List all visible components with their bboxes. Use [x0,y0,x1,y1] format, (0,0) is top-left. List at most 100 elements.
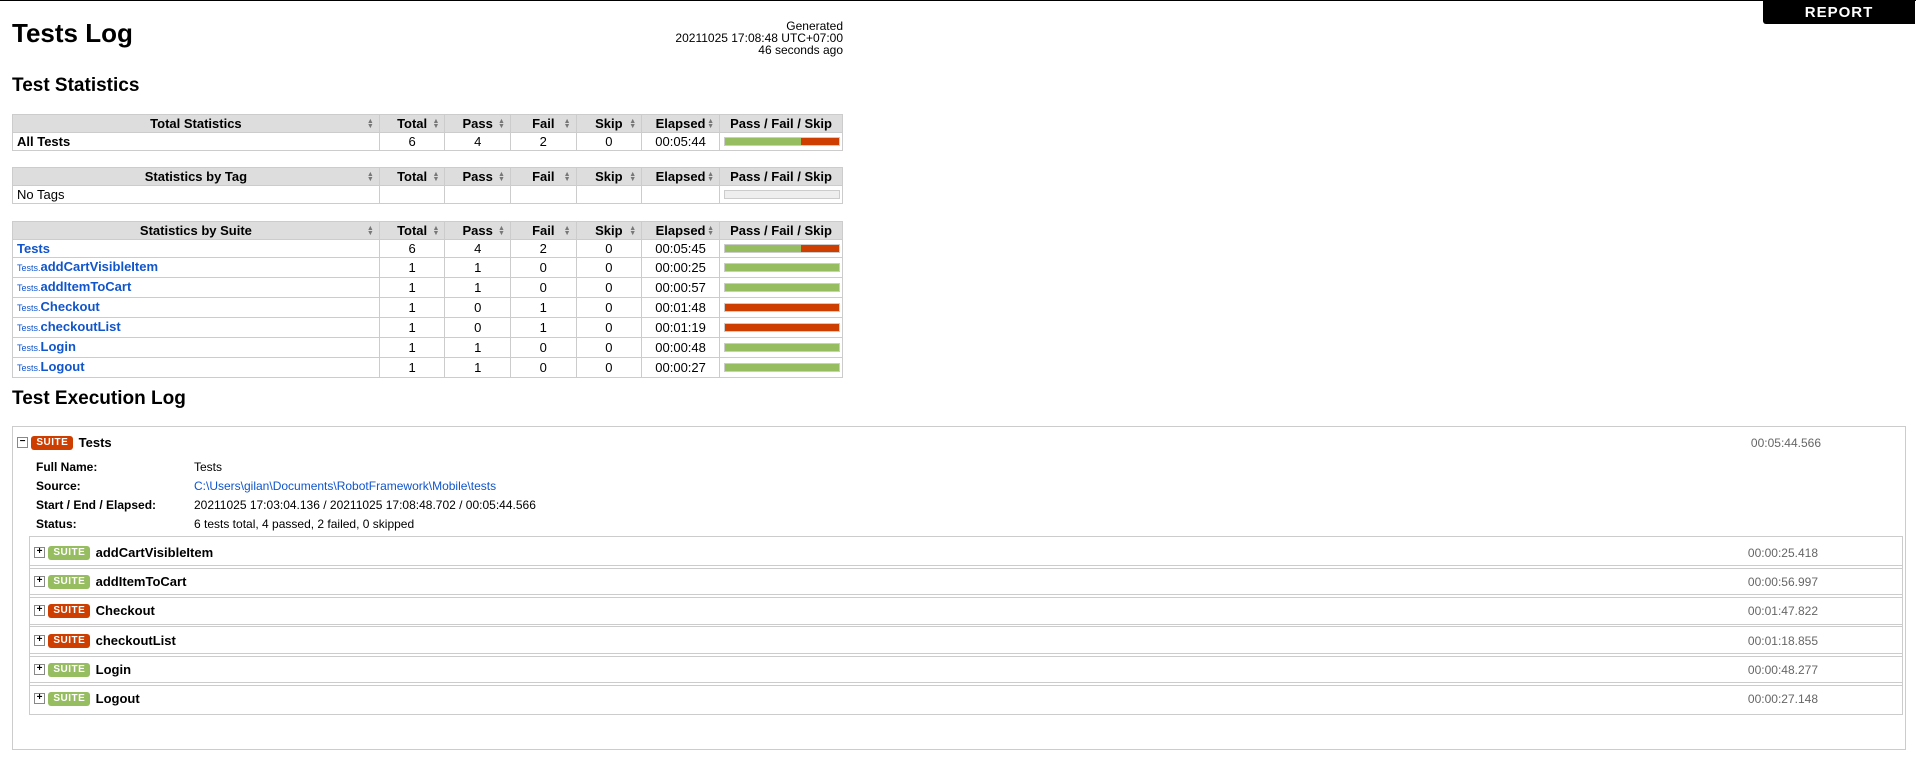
suite-name: checkoutList [40,319,121,334]
column-header-pass-fail-skip[interactable]: Pass / Fail / Skip [719,221,843,240]
stat-name: No Tags [12,185,380,204]
suite-label-badge: SUITE [31,435,74,450]
column-header-total[interactable]: Total ▲ ▼ [378,114,446,133]
suite-header[interactable]: − SUITE Tests [17,435,112,451]
suite-name: addCartVisibleItem [40,259,159,274]
column-header-fail[interactable]: Fail ▲ ▼ [509,114,577,133]
column-header-name[interactable]: Statistics by Suite ▲ ▼ [12,221,380,240]
stat-graph [719,297,843,318]
stat-fail: 0 [509,357,577,378]
pass-fail-skip-bar [724,343,841,352]
column-header-skip[interactable]: Skip ▲ ▼ [575,114,643,133]
metadata-key: Source: [36,479,81,493]
column-header-label: Elapsed [655,116,706,131]
suite-name: Tests [78,435,112,451]
stat-fail: 1 [509,317,577,338]
suite-parent: Tests. [17,363,41,373]
sort-icon: ▲ ▼ [563,118,571,130]
sort-icon: ▲ ▼ [366,225,374,237]
stat-pass: 0 [444,317,511,338]
expand-toggle-icon[interactable]: + [34,547,45,559]
stat-name[interactable]: Tests.addCartVisibleItem [12,257,380,278]
expand-toggle-icon[interactable]: + [34,693,45,705]
stat-name[interactable]: Tests.Login [12,337,380,358]
column-header-pass[interactable]: Pass ▲ ▼ [444,167,511,186]
column-header-name[interactable]: Statistics by Tag ▲ ▼ [12,167,380,186]
suite-label-badge: SUITE [48,574,91,589]
child-suite-header[interactable]: + SUITE Login [34,662,131,677]
child-suite-header[interactable]: + SUITE checkoutList [34,633,176,648]
stat-skip: 0 [575,132,643,151]
collapse-toggle-icon[interactable]: − [17,437,28,449]
suite-link[interactable]: Tests [17,241,50,256]
stat-name[interactable]: Tests.checkoutList [12,317,380,338]
pass-segment [725,245,802,252]
metadata-key: Status: [36,517,77,531]
pass-fail-skip-bar [724,190,841,199]
fail-segment [725,304,840,311]
column-header-total[interactable]: Total ▲ ▼ [378,221,446,240]
column-header-pass[interactable]: Pass ▲ ▼ [444,114,511,133]
child-suite-header[interactable]: + SUITE Checkout [34,603,155,618]
pass-fail-skip-bar [724,283,841,292]
column-header-elapsed[interactable]: Elapsed ▲ ▼ [641,114,721,133]
stat-graph [719,239,843,258]
expand-toggle-icon[interactable]: + [34,576,45,588]
generated-ago: 46 seconds ago [758,43,843,57]
stat-skip: 0 [575,357,643,378]
expand-toggle-icon[interactable]: + [34,605,45,617]
stat-elapsed: 00:00:25 [641,257,721,278]
report-link[interactable]: REPORT [1763,1,1915,24]
suite-link[interactable]: Tests.addItemToCart [17,279,131,294]
stat-name[interactable]: Tests.Checkout [12,297,380,318]
column-header-total[interactable]: Total ▲ ▼ [378,167,446,186]
stat-elapsed: 00:01:48 [641,297,721,318]
stats-row: Tests 6 4 2 0 00:05:45 [12,239,843,258]
expand-toggle-icon[interactable]: + [34,664,45,676]
column-header-label: Skip [595,169,623,184]
suite-link[interactable]: Tests.Checkout [17,299,100,314]
stat-fail: 1 [509,297,577,318]
column-header-label: Elapsed [655,223,706,238]
child-suite-name: checkoutList [95,633,176,649]
child-suite-logout: + SUITE Logout 00:00:27.148 [29,682,1903,715]
child-suite-header[interactable]: + SUITE addItemToCart [34,574,186,589]
sort-icon: ▲ ▼ [707,171,715,183]
column-header-pass-fail-skip[interactable]: Pass / Fail / Skip [719,167,843,186]
suite-label-badge: SUITE [48,603,91,618]
source-link[interactable]: C:\Users\gilan\Documents\RobotFramework\… [194,477,496,496]
suite-link[interactable]: Tests.Logout [17,359,85,374]
stat-name[interactable]: Tests.addItemToCart [12,277,380,298]
suite-link[interactable]: Tests.checkoutList [17,319,121,334]
child-suite-checkout: + SUITE Checkout 00:01:47.822 [29,594,1903,627]
column-header-skip[interactable]: Skip ▲ ▼ [575,221,643,240]
stat-name[interactable]: Tests [12,239,380,258]
child-suite-header[interactable]: + SUITE addCartVisibleItem [34,545,213,560]
stats-row: No Tags [12,185,843,204]
child-suite-elapsed: 00:00:56.997 [1747,575,1818,589]
stat-total: 1 [378,337,446,358]
column-header-label: Pass / Fail / Skip [730,169,832,184]
column-header-elapsed[interactable]: Elapsed ▲ ▼ [641,167,721,186]
sort-icon: ▲ ▼ [563,225,571,237]
expand-toggle-icon[interactable]: + [34,635,45,647]
column-header-fail[interactable]: Fail ▲ ▼ [509,221,577,240]
column-header-pass[interactable]: Pass ▲ ▼ [444,221,511,240]
column-header-elapsed[interactable]: Elapsed ▲ ▼ [641,221,721,240]
column-header-fail[interactable]: Fail ▲ ▼ [509,167,577,186]
suite-link[interactable]: Tests.addCartVisibleItem [17,259,158,274]
column-header-name[interactable]: Total Statistics ▲ ▼ [12,114,380,133]
stat-graph [719,357,843,378]
stat-fail: 0 [509,277,577,298]
column-header-pass-fail-skip[interactable]: Pass / Fail / Skip [719,114,843,133]
stat-pass: 4 [444,132,511,151]
column-header-label: Total [397,116,428,131]
suite-label-badge: SUITE [48,545,91,560]
metadata-key: Start / End / Elapsed: [36,498,157,512]
column-header-skip[interactable]: Skip ▲ ▼ [575,167,643,186]
suite-link[interactable]: Tests.Login [17,339,76,354]
stat-name[interactable]: Tests.Logout [12,357,380,378]
pass-fail-skip-bar [724,137,841,146]
child-suite-header[interactable]: + SUITE Logout [34,691,140,706]
column-header-label: Total [397,169,428,184]
